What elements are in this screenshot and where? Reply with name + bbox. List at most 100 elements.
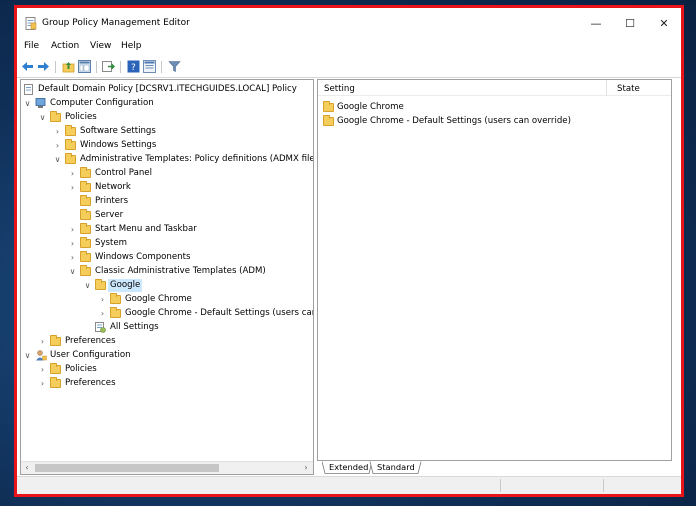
chevron-right-icon[interactable]: › xyxy=(98,293,107,306)
toolbar-separator xyxy=(161,61,162,73)
folder-icon xyxy=(80,195,91,206)
tree-label: Administrative Templates: Policy definit… xyxy=(80,154,314,164)
chevron-right-icon[interactable]: › xyxy=(68,167,77,180)
menu-file[interactable]: File xyxy=(24,41,39,51)
properties-icon[interactable] xyxy=(143,60,156,73)
list-item-label: Google Chrome xyxy=(337,102,404,112)
window-title: Group Policy Management Editor xyxy=(42,18,190,28)
folder-icon xyxy=(80,265,91,276)
folder-icon xyxy=(50,363,61,374)
status-divider xyxy=(603,479,604,492)
chevron-right-icon[interactable]: › xyxy=(38,335,47,348)
forward-arrow-icon[interactable] xyxy=(37,60,50,73)
column-header-state[interactable]: State xyxy=(617,84,640,94)
policy-editor-icon xyxy=(25,17,37,30)
status-divider xyxy=(500,479,501,492)
tree-label: Preferences xyxy=(65,336,116,346)
folder-icon xyxy=(95,279,106,290)
minimize-button[interactable]: — xyxy=(579,12,613,34)
folder-icon xyxy=(80,167,91,178)
close-button[interactable]: ✕ xyxy=(647,12,681,34)
folder-icon xyxy=(50,335,61,346)
tree-label: User Configuration xyxy=(50,350,131,360)
policy-document-icon xyxy=(24,84,33,95)
list-item-label: Google Chrome - Default Settings (users … xyxy=(337,116,571,126)
console-tree[interactable]: Default Domain Policy [DCSRV1.ITECHGUIDE… xyxy=(20,79,314,475)
tree-label: Computer Configuration xyxy=(50,98,154,108)
chevron-right-icon[interactable]: › xyxy=(38,377,47,390)
tree-label: Windows Components xyxy=(95,252,191,262)
chevron-right-icon[interactable]: › xyxy=(68,181,77,194)
folder-icon xyxy=(80,181,91,192)
folder-icon xyxy=(80,237,91,248)
tree-label: Printers xyxy=(95,196,129,206)
chevron-down-icon[interactable]: ∨ xyxy=(23,97,32,110)
chevron-right-icon[interactable]: › xyxy=(38,363,47,376)
filter-icon[interactable] xyxy=(168,60,181,73)
chevron-down-icon[interactable]: ∨ xyxy=(23,349,32,362)
column-header-row: Setting State xyxy=(318,80,671,96)
toolbar-separator xyxy=(96,61,97,73)
scroll-left-icon[interactable]: ‹ xyxy=(21,462,33,474)
folder-icon xyxy=(80,251,91,262)
chevron-right-icon[interactable]: › xyxy=(98,307,107,320)
tree-label: Google Chrome - Default Settings (users … xyxy=(125,308,314,318)
details-pane[interactable]: Setting State Google Chrome Google Chrom… xyxy=(317,79,672,461)
tree-label: Default Domain Policy [DCSRV1.ITECHGUIDE… xyxy=(38,84,297,94)
folder-icon xyxy=(65,139,76,150)
close-icon: ✕ xyxy=(659,16,669,30)
chevron-right-icon[interactable]: › xyxy=(53,125,62,138)
chevron-right-icon[interactable]: › xyxy=(53,139,62,152)
up-folder-icon[interactable] xyxy=(62,60,75,73)
menu-action[interactable]: Action xyxy=(51,41,79,51)
folder-icon xyxy=(80,209,91,220)
folder-icon xyxy=(110,307,121,318)
tree-label: Windows Settings xyxy=(80,140,157,150)
tree-label: Control Panel xyxy=(95,168,152,178)
help-icon[interactable]: ? xyxy=(127,60,140,73)
folder-icon xyxy=(65,125,76,136)
horizontal-scrollbar[interactable]: ‹ › xyxy=(21,461,313,474)
maximize-icon: ☐ xyxy=(625,16,635,30)
scrollbar-thumb[interactable] xyxy=(35,464,219,472)
folder-icon xyxy=(50,111,61,122)
folder-icon xyxy=(323,101,334,112)
tree-label: Software Settings xyxy=(80,126,156,136)
tree-label: Network xyxy=(95,182,131,192)
tree-label: Server xyxy=(95,210,124,220)
tab-extended[interactable]: Extended xyxy=(325,461,372,474)
chevron-right-icon[interactable]: › xyxy=(68,251,77,264)
folder-icon xyxy=(50,377,61,388)
chevron-down-icon[interactable]: ∨ xyxy=(68,265,77,278)
back-arrow-icon[interactable] xyxy=(21,60,34,73)
maximize-button[interactable]: ☐ xyxy=(613,12,647,34)
chevron-down-icon[interactable]: ∨ xyxy=(83,279,92,292)
app-window: Group Policy Management Editor — ☐ ✕ Fil… xyxy=(14,5,684,497)
tree-label: Preferences xyxy=(65,378,116,388)
tree-label-selected: Google xyxy=(108,279,143,292)
column-header-setting[interactable]: Setting xyxy=(324,84,355,94)
menu-help[interactable]: Help xyxy=(121,41,142,51)
chevron-right-icon[interactable]: › xyxy=(68,237,77,250)
minimize-icon: — xyxy=(590,16,602,30)
column-divider[interactable] xyxy=(606,80,607,96)
tab-standard[interactable]: Standard xyxy=(373,461,419,474)
computer-icon xyxy=(35,98,46,108)
show-hide-tree-icon[interactable] xyxy=(78,60,91,73)
menu-view[interactable]: View xyxy=(90,41,111,51)
export-list-icon[interactable] xyxy=(102,60,115,73)
chevron-down-icon[interactable]: ∨ xyxy=(38,111,47,124)
user-icon xyxy=(36,350,47,361)
folder-icon xyxy=(323,115,334,126)
tree-label: All Settings xyxy=(110,322,159,332)
scroll-right-icon[interactable]: › xyxy=(300,462,312,474)
chevron-right-icon[interactable]: › xyxy=(68,223,77,236)
toolbar: ? xyxy=(17,56,681,78)
svg-text:?: ? xyxy=(131,63,136,73)
chevron-down-icon[interactable]: ∨ xyxy=(53,153,62,166)
all-settings-icon xyxy=(95,322,106,333)
tree-label: Policies xyxy=(65,112,97,122)
folder-icon xyxy=(80,223,91,234)
tree-label: Start Menu and Taskbar xyxy=(95,224,197,234)
toolbar-separator xyxy=(120,61,121,73)
